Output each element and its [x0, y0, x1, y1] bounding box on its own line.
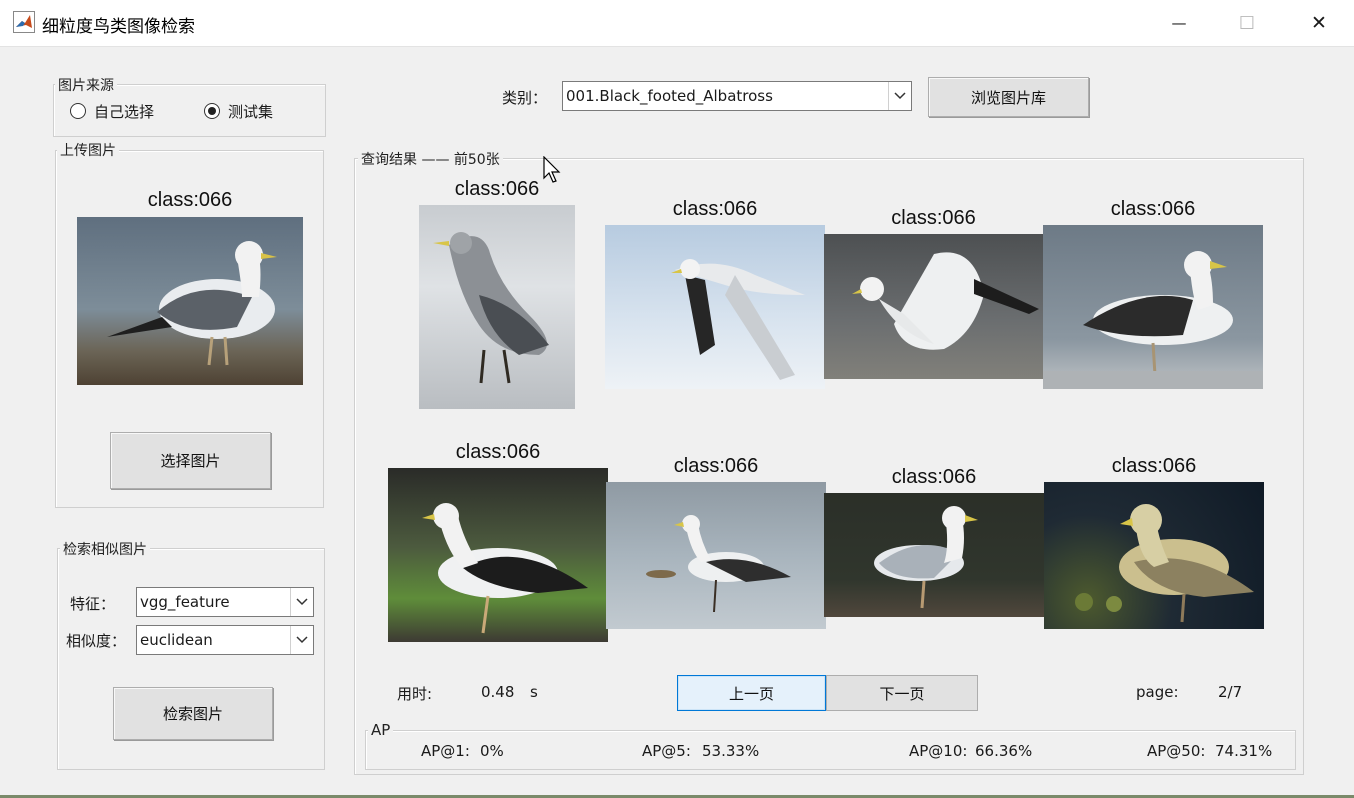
result-image[interactable] [1044, 482, 1264, 629]
time-label: 用时: [397, 685, 433, 703]
results-panel-title: 查询结果 —— 前50张 [358, 149, 503, 169]
result-label: class:066 [891, 207, 976, 229]
search-images-button[interactable]: 检索图片 [113, 687, 273, 740]
result-image[interactable] [824, 234, 1043, 379]
uploaded-image-label: class:066 [147, 189, 233, 211]
category-select-value: 001.Black_footed_Albatross [566, 87, 773, 105]
ap50-label: AP@50: [1147, 742, 1206, 760]
previous-page-button[interactable]: 上一页 [677, 675, 826, 711]
window-title: 细粒度鸟类图像检索 [42, 17, 195, 37]
category-select[interactable]: 001.Black_footed_Albatross [562, 81, 912, 111]
next-page-button[interactable]: 下一页 [826, 675, 978, 711]
ap5-value: 53.33% [702, 742, 760, 760]
result-label: class:066 [455, 441, 541, 463]
category-label: 类别： [502, 89, 548, 107]
result-image[interactable] [419, 205, 575, 409]
result-image[interactable] [388, 468, 608, 642]
close-icon: ✕ [1311, 12, 1327, 34]
result-label: class:066 [1110, 198, 1196, 220]
ap5-label: AP@5: [642, 742, 691, 760]
similarity-label: 相似度： [66, 632, 127, 650]
browse-gallery-button[interactable]: 浏览图片库 [928, 77, 1089, 117]
similarity-select-value: euclidean [140, 631, 213, 649]
uploaded-bird-image [77, 217, 303, 385]
result-label: class:066 [454, 178, 540, 200]
result-image[interactable] [605, 225, 825, 389]
result-label: class:066 [1111, 455, 1197, 477]
upload-panel-title: 上传图片 [57, 140, 119, 160]
close-button[interactable]: ✕ [1296, 0, 1342, 46]
page-value: 2/7 [1218, 683, 1243, 701]
time-unit: s [530, 683, 538, 701]
ap10-value: 66.36% [975, 742, 1033, 760]
ap1-value: 0% [480, 742, 504, 760]
radio-self-select[interactable] [70, 103, 86, 119]
ap-panel-title: AP [368, 721, 394, 739]
minimize-button[interactable]: — [1156, 0, 1202, 46]
result-image[interactable] [606, 482, 826, 629]
time-value: 0.48 [481, 683, 515, 701]
ap1-label: AP@1: [421, 742, 470, 760]
chevron-down-icon[interactable] [290, 588, 313, 616]
radio-test-set[interactable] [204, 103, 220, 119]
radio-test-set-label[interactable]: 测试集 [228, 101, 273, 122]
chevron-down-icon[interactable] [290, 626, 313, 654]
page-label: page: [1136, 683, 1179, 701]
ap10-label: AP@10: [909, 742, 968, 760]
maximize-icon: ☐ [1238, 12, 1256, 34]
feature-select-value: vgg_feature [140, 593, 230, 611]
similarity-select[interactable]: euclidean [136, 625, 314, 655]
result-image[interactable] [1043, 225, 1263, 389]
minimize-icon: — [1171, 14, 1187, 32]
result-label: class:066 [672, 198, 758, 220]
select-image-button[interactable]: 选择图片 [110, 432, 271, 489]
result-label: class:066 [673, 455, 759, 477]
result-label: class:066 [891, 466, 977, 488]
result-image[interactable] [824, 493, 1044, 617]
matlab-logo-icon [13, 11, 35, 33]
search-panel-title: 检索相似图片 [60, 539, 150, 559]
source-panel-title: 图片来源 [55, 75, 117, 95]
radio-self-select-label[interactable]: 自己选择 [94, 101, 154, 122]
title-bar: 细粒度鸟类图像检索 — ☐ ✕ [0, 0, 1354, 47]
gull-illustration [107, 241, 277, 366]
ap50-value: 74.31% [1215, 742, 1273, 760]
feature-select[interactable]: vgg_feature [136, 587, 314, 617]
maximize-button[interactable]: ☐ [1224, 0, 1270, 46]
feature-label: 特征： [70, 595, 116, 613]
chevron-down-icon[interactable] [888, 82, 911, 110]
